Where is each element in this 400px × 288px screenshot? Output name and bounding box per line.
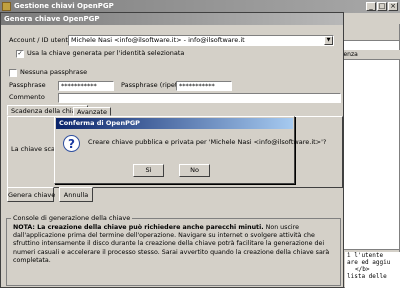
console-note: NOTA: La creazione della chiave può rich… <box>13 224 264 231</box>
use-key-checkbox[interactable]: ✓ <box>16 50 24 58</box>
account-select[interactable]: Michele Nasi <info@ilsoftware.it> - info… <box>68 35 334 46</box>
no-button[interactable]: No <box>179 164 210 177</box>
no-passphrase-checkbox[interactable] <box>9 69 17 77</box>
passphrase-label: Passphrase <box>9 81 46 89</box>
console-title: Console di generazione della chiave <box>11 214 133 222</box>
console-output: NOTA: La creazione della chiave può rich… <box>13 224 339 284</box>
comment-field[interactable] <box>58 93 341 103</box>
generate-key-titlebar: Genera chiave OpenPGP <box>1 13 343 25</box>
passphrase-field[interactable]: *********** <box>58 81 114 91</box>
close-button[interactable]: × <box>388 2 398 11</box>
use-key-label: Usa la chiave generata per l'identità se… <box>27 49 185 57</box>
editor-area: ì l'utente are ed aggiu </b> lista delle <box>345 252 400 288</box>
expiry-label: La chiave scad <box>11 145 60 153</box>
code-line: are ed aggiu <box>347 259 391 266</box>
generate-key-button[interactable]: Genera chiave <box>7 187 55 202</box>
account-label: Account / ID utente <box>9 36 72 44</box>
comment-label: Commento <box>9 93 45 101</box>
code-line: </b> <box>355 266 370 273</box>
confirm-titlebar: Conferma di OpenPGP <box>56 118 293 129</box>
cancel-button[interactable]: Annulla <box>59 187 93 202</box>
minimize-button[interactable]: _ <box>366 2 376 11</box>
code-line: lista delle <box>347 273 387 280</box>
passphrase-repeat-field[interactable]: *********** <box>176 81 232 91</box>
confirm-message: Creare chiave pubblica e privata per 'Mi… <box>88 138 327 146</box>
maximize-button[interactable]: □ <box>377 2 387 11</box>
tab-advanced[interactable]: Avanzate <box>73 107 111 116</box>
chevron-down-icon[interactable]: ▼ <box>324 36 333 45</box>
code-line: ì l'utente <box>347 252 384 259</box>
app-icon <box>2 2 11 11</box>
no-passphrase-label: Nessuna passphrase <box>20 68 88 76</box>
confirm-dialog: Conferma di OpenPGP ? Creare chiave pubb… <box>54 116 326 184</box>
question-icon: ? <box>63 135 80 152</box>
passphrase-repeat-label: Passphrase (ripeti) <box>121 81 182 89</box>
yes-button[interactable]: Sì <box>133 164 164 177</box>
